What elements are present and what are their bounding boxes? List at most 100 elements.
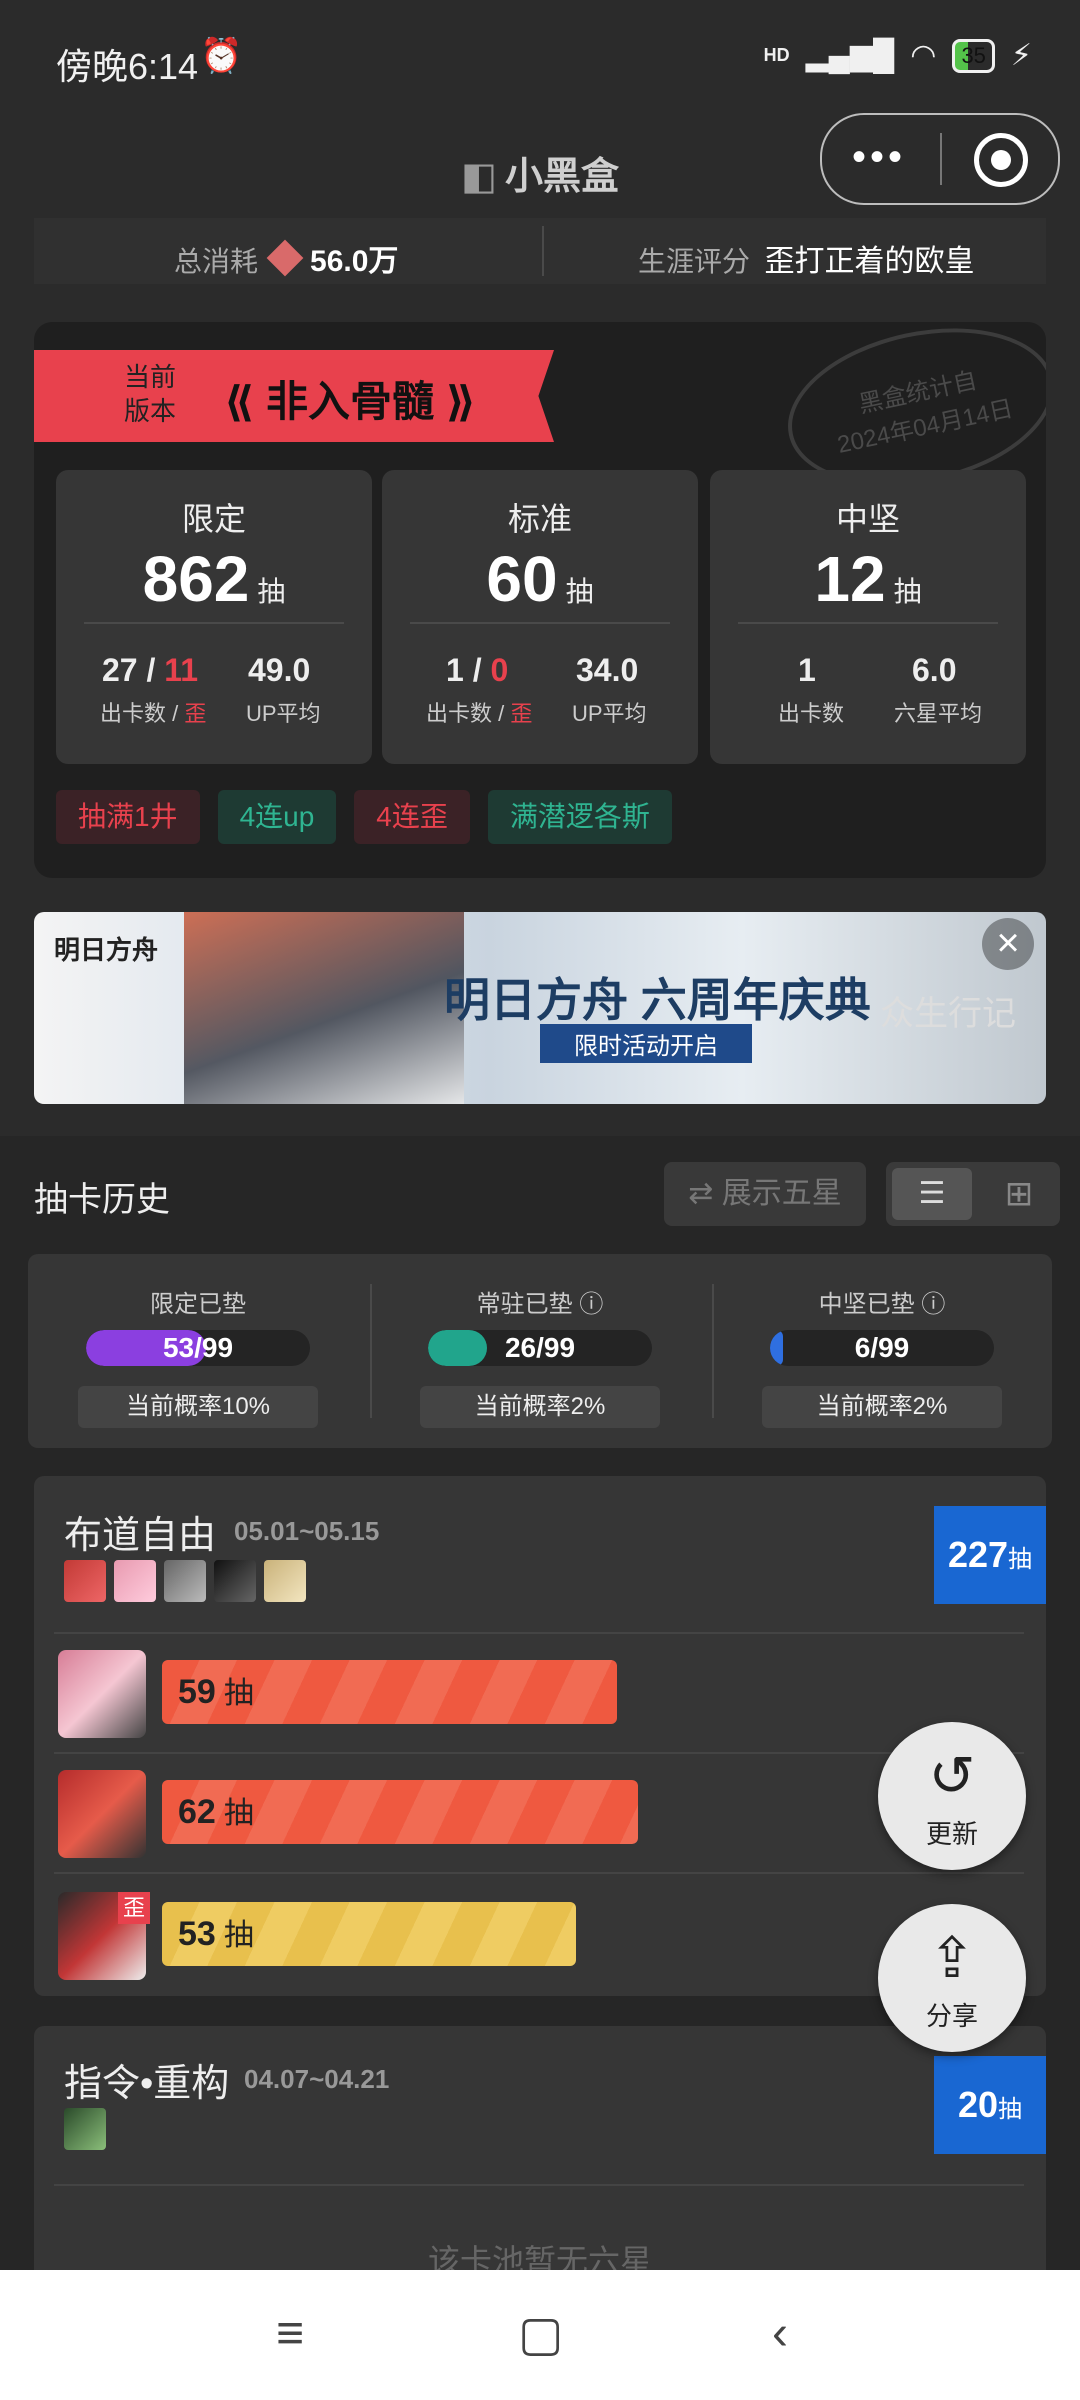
pity-bar: 6/99 xyxy=(770,1330,994,1366)
status-bar: 傍晚6:14 ⏰ HD ▂▄▆█ ◠ 35 ⚡ xyxy=(0,0,1080,125)
pity-value: 53/99 xyxy=(162,1332,234,1363)
more-menu-icon[interactable]: ••• xyxy=(852,135,906,180)
pity-value: 6/99 xyxy=(854,1332,910,1363)
pool-divider xyxy=(84,622,344,624)
total-consume: 总消耗 56.0万 xyxy=(174,236,398,280)
summary-row: 总消耗 56.0万 生涯评分 歪打正着的欧皇 xyxy=(34,218,1046,284)
summary-divider xyxy=(542,226,544,276)
pool-avg: 49.0 xyxy=(248,652,311,688)
pool-cards-label: 出卡数 / 歪 xyxy=(426,701,533,726)
view-toggle: ☰ ⊞ xyxy=(886,1162,1060,1226)
event-banner[interactable]: 明日方舟 明日方舟 六周年庆典 限时活动开启 众生行记 × xyxy=(34,912,1046,1104)
close-miniprogram-icon[interactable] xyxy=(974,133,1028,187)
menu-icon[interactable]: ≡ xyxy=(276,2306,304,2361)
consume-label: 总消耗 xyxy=(174,246,259,277)
operator-mini-avatar xyxy=(164,1560,206,1602)
tag-four-up: 4连up xyxy=(217,790,337,844)
operator-mini-avatar xyxy=(214,1560,256,1602)
pool-cards: 1 / 0 xyxy=(446,652,509,688)
refresh-icon: ↺ xyxy=(928,1744,976,1807)
stats-card: 黑盒统计自 2024年04月14日 当前 版本 ⟪ 非入骨髓 ⟫ 限定 862 抽 … xyxy=(34,322,1046,878)
career-value: 歪打正着的欧皇 xyxy=(764,245,975,278)
pull-bar: 53 抽 xyxy=(162,1902,576,1966)
row-divider xyxy=(54,2184,1024,2186)
share-button[interactable]: ⇪ 分享 xyxy=(878,1904,1026,2052)
pity-label: 常驻已垫 ⓘ xyxy=(476,1291,604,1318)
pool-avg-label: UP平均 xyxy=(246,701,321,726)
pool-card-name: 布道自由 xyxy=(64,1515,217,1557)
pool-cards: 1 xyxy=(798,652,816,688)
history-title: 抽卡历史 xyxy=(34,1181,170,1219)
share-label: 分享 xyxy=(925,2001,978,2031)
back-icon[interactable]: ‹ xyxy=(772,2306,788,2361)
system-nav-bar: ≡ ▢ ‹ xyxy=(0,2270,1080,2400)
row-divider xyxy=(54,1872,1024,1874)
pity-panel: 限定已垫 53/99 当前概率10% 常驻已垫 ⓘ 26/99 当前概率2% 中… xyxy=(28,1254,1052,1448)
orundum-icon xyxy=(266,239,304,277)
app-logo-icon: ◧ xyxy=(461,156,497,198)
ribbon-small-label: 当前 版本 xyxy=(124,362,177,426)
charging-icon: ⚡ xyxy=(1010,39,1032,72)
pity-prob: 当前概率2% xyxy=(762,1386,1002,1428)
banner-close-icon[interactable]: × xyxy=(982,918,1034,970)
career-score: 生涯评分 歪打正着的欧皇 xyxy=(638,236,974,280)
pool-cards-label: 出卡数 / 歪 xyxy=(100,701,207,726)
home-icon[interactable]: ▢ xyxy=(518,2306,563,2362)
pool-avg: 6.0 xyxy=(912,652,957,688)
operator-mini-avatar xyxy=(64,1560,106,1602)
banner-side-text: 众生行记 xyxy=(880,995,1016,1033)
banner-artwork xyxy=(184,912,464,1104)
pull-count: 53 抽 xyxy=(178,1915,254,1953)
tag-full-potential: 满潜逻各斯 xyxy=(487,790,672,844)
pity-standard: 常驻已垫 ⓘ 26/99 当前概率2% xyxy=(370,1254,710,1448)
pull-bar: 59 抽 xyxy=(162,1660,617,1724)
pool-cards-label: 出卡数 xyxy=(778,701,845,726)
pool-divider xyxy=(410,622,670,624)
refresh-button[interactable]: ↺ 更新 xyxy=(878,1722,1026,1870)
alarm-icon: ⏰ xyxy=(200,37,243,75)
info-icon[interactable]: ⓘ xyxy=(921,1291,945,1318)
pull-count: 62 抽 xyxy=(178,1793,254,1831)
status-icons: HD ▂▄▆█ ◠ 35 ⚡ xyxy=(764,38,1032,73)
hd-label: HD xyxy=(763,45,790,65)
pool-stat-core: 中坚 12 抽 1 出卡数 6.0 六星平均 xyxy=(710,470,1026,764)
list-view-icon[interactable]: ☰ xyxy=(892,1168,972,1220)
banner-subtitle: 限时活动开启 xyxy=(540,1024,752,1063)
pool-card-total: 227抽 xyxy=(934,1506,1046,1604)
capsule-divider xyxy=(940,133,942,185)
pity-value: 26/99 xyxy=(504,1332,576,1363)
pool-stat-standard: 标准 60 抽 1 / 0 出卡数 / 歪 34.0 UP平均 xyxy=(382,470,698,764)
career-label: 生涯评分 xyxy=(638,246,751,277)
pity-prob: 当前概率10% xyxy=(78,1386,318,1428)
battery-icon: 35 xyxy=(952,38,995,73)
swap-icon: ⇄ xyxy=(688,1177,722,1210)
pull-count: 59 抽 xyxy=(178,1673,254,1711)
pity-core: 中坚已垫 ⓘ 6/99 当前概率2% xyxy=(712,1254,1052,1448)
pool-count: 12 抽 xyxy=(814,543,922,615)
operator-mini-avatar xyxy=(114,1560,156,1602)
signal-icon: ▂▄▆█ xyxy=(805,39,895,72)
wifi-icon: ◠ xyxy=(910,39,937,72)
show-five-star-button[interactable]: ⇄ 展示五星 xyxy=(664,1162,866,1226)
tag-full-well: 抽满1井 xyxy=(56,790,200,844)
pool-cards: 27 / 11 xyxy=(102,652,199,688)
miniprogram-capsule: ••• xyxy=(820,113,1060,205)
pool-card-total: 20抽 xyxy=(934,2056,1046,2154)
pity-bar: 53/99 xyxy=(86,1330,310,1366)
pity-label: 限定已垫 xyxy=(150,1291,246,1318)
info-icon[interactable]: ⓘ xyxy=(579,1291,603,1318)
achievement-tags: 抽满1井 4连up 4连歪 满潜逻各斯 xyxy=(56,790,672,844)
pool-card[interactable]: 布道自由 05.01~05.15 227抽 59 抽 62 抽 歪 53 抽 xyxy=(34,1476,1046,1996)
refresh-label: 更新 xyxy=(925,1819,978,1849)
pool-avg: 34.0 xyxy=(576,652,639,688)
operator-avatar xyxy=(58,1770,146,1858)
off-banner-badge: 歪 xyxy=(118,1892,150,1924)
pool-count: 862 抽 xyxy=(142,543,286,615)
grid-view-icon[interactable]: ⊞ xyxy=(984,1168,1054,1220)
pity-label: 中坚已垫 ⓘ xyxy=(818,1291,946,1318)
pool-count: 60 抽 xyxy=(486,543,594,615)
pool-name: 限定 xyxy=(181,501,246,537)
pool-card-name: 指令•重构 xyxy=(64,2063,230,2105)
banner-logo: 明日方舟 xyxy=(54,935,159,965)
pull-bar: 62 抽 xyxy=(162,1780,638,1844)
